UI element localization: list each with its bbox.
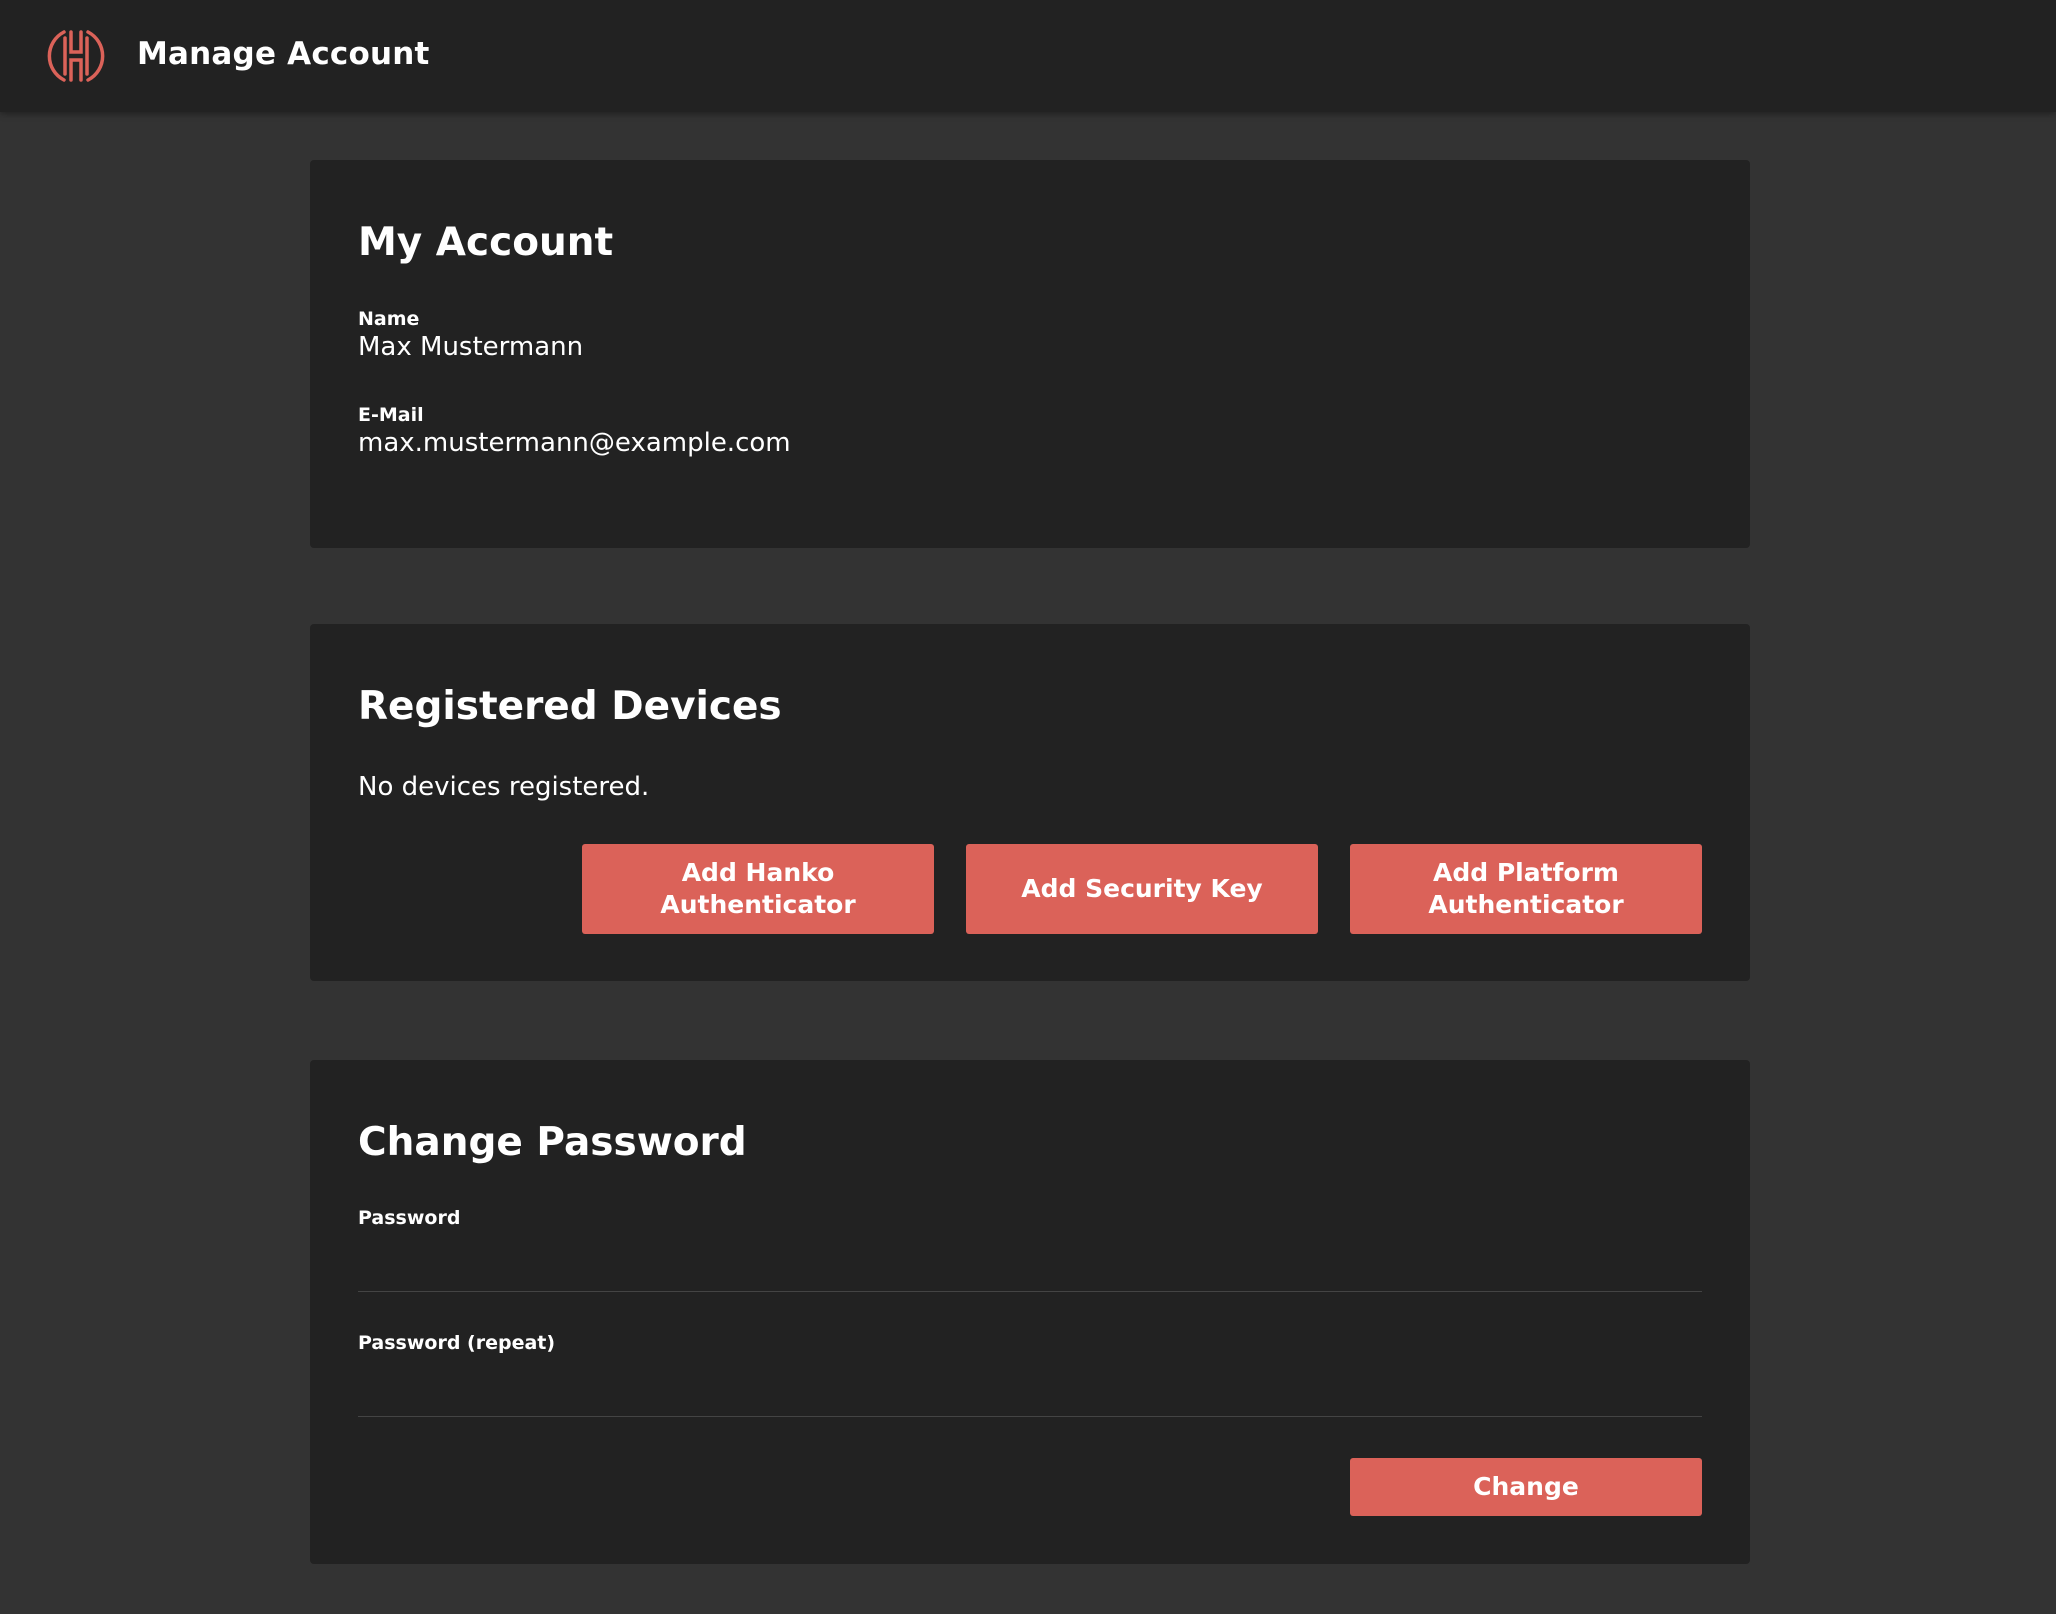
hanko-logo-icon[interactable] [44,24,108,88]
add-platform-authenticator-button[interactable]: Add Platform Authenticator [1350,844,1702,934]
name-value: Max Mustermann [358,332,584,362]
my-account-card: My Account Name Max Mustermann E-Mail ma… [310,160,1750,548]
password-label: Password [358,1207,461,1229]
change-password-button[interactable]: Change [1350,1458,1702,1516]
email-value: max.mustermann@example.com [358,428,791,458]
page-title: Manage Account [137,36,430,72]
add-security-key-button[interactable]: Add Security Key [966,844,1318,934]
top-bar: Manage Account [0,0,2056,112]
password-repeat-label: Password (repeat) [358,1332,556,1354]
change-password-heading: Change Password [358,1120,747,1165]
registered-devices-card: Registered Devices No devices registered… [310,624,1750,981]
email-label: E-Mail [358,404,424,426]
change-password-card: Change Password Password Password (repea… [310,1060,1750,1564]
no-devices-text: No devices registered. [358,772,650,802]
password-input[interactable] [358,1248,1702,1292]
my-account-heading: My Account [358,220,614,265]
registered-devices-heading: Registered Devices [358,684,782,729]
password-repeat-input[interactable] [358,1373,1702,1417]
name-label: Name [358,308,420,330]
add-hanko-authenticator-button[interactable]: Add Hanko Authenticator [582,844,934,934]
